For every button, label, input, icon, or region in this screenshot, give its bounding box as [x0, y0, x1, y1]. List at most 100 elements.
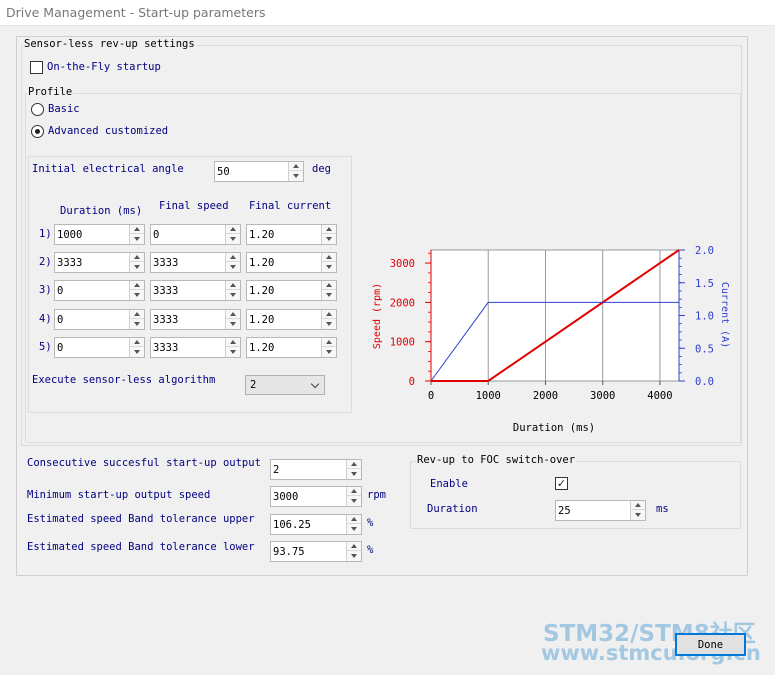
title-bar: Drive Management - Start-up parameters — [0, 0, 775, 26]
spin-up-icon[interactable] — [347, 487, 361, 496]
consecutive-spinner[interactable] — [270, 459, 362, 480]
final-speed-input[interactable] — [151, 281, 223, 300]
duration-input[interactable] — [55, 310, 127, 329]
tol-lower-spinner[interactable] — [270, 541, 362, 562]
spin-down-icon[interactable] — [226, 263, 240, 272]
spin-up-icon[interactable] — [347, 515, 361, 524]
y-tick-label: 1000 — [390, 337, 415, 349]
spin-up-icon[interactable] — [130, 310, 144, 319]
final-speed-input[interactable] — [151, 338, 223, 357]
spin-up-icon[interactable] — [226, 253, 240, 262]
spin-up-icon[interactable] — [226, 338, 240, 347]
duration-spinner[interactable] — [54, 224, 145, 245]
spin-down-icon[interactable] — [322, 263, 336, 272]
spin-up-icon[interactable] — [322, 253, 336, 262]
duration-unit: ms — [656, 503, 669, 515]
spin-down-icon[interactable] — [631, 511, 645, 520]
spin-down-icon[interactable] — [226, 235, 240, 244]
spin-down-icon[interactable] — [130, 291, 144, 300]
spin-up-icon[interactable] — [226, 225, 240, 234]
duration-input[interactable] — [55, 225, 127, 244]
final-speed-spinner[interactable] — [150, 337, 241, 358]
spin-down-icon[interactable] — [322, 235, 336, 244]
spin-down-icon[interactable] — [322, 348, 336, 357]
duration-input[interactable] — [55, 338, 127, 357]
final-speed-spinner[interactable] — [150, 280, 241, 301]
spin-up-icon[interactable] — [322, 281, 336, 290]
spin-down-icon[interactable] — [130, 348, 144, 357]
execute-select[interactable]: 2 — [245, 375, 325, 395]
spin-up-icon[interactable] — [130, 253, 144, 262]
final-speed-spinner[interactable] — [150, 224, 241, 245]
initial-angle-input[interactable] — [215, 162, 287, 181]
spin-up-icon[interactable] — [130, 338, 144, 347]
tol-upper-spinner[interactable] — [270, 514, 362, 535]
spin-up-icon[interactable] — [322, 338, 336, 347]
final-current-spinner[interactable] — [246, 309, 337, 330]
spin-down-icon[interactable] — [226, 291, 240, 300]
tol-lower-input[interactable] — [271, 542, 345, 561]
spin-up-icon[interactable] — [322, 225, 336, 234]
duration-spinner[interactable] — [54, 309, 145, 330]
initial-angle-spinner[interactable] — [214, 161, 304, 182]
final-speed-input[interactable] — [151, 253, 223, 272]
x-axis-label: Duration (ms) — [513, 422, 595, 434]
final-current-spinner[interactable] — [246, 337, 337, 358]
spin-down-icon[interactable] — [347, 525, 361, 534]
done-button[interactable]: Done — [675, 633, 746, 656]
spin-down-icon[interactable] — [347, 497, 361, 506]
revup-duration-spinner[interactable] — [555, 500, 646, 521]
advanced-radio[interactable] — [31, 125, 44, 138]
spin-down-icon[interactable] — [226, 320, 240, 329]
spin-down-icon[interactable] — [289, 172, 303, 181]
spin-up-icon[interactable] — [347, 460, 361, 469]
min-speed-spinner[interactable] — [270, 486, 362, 507]
x-tick-label: 4000 — [647, 390, 672, 402]
enable-checkbox[interactable]: ✓ — [555, 477, 568, 490]
spin-down-icon[interactable] — [130, 235, 144, 244]
spin-up-icon[interactable] — [226, 281, 240, 290]
final-current-spinner[interactable] — [246, 252, 337, 273]
spin-up-icon[interactable] — [631, 501, 645, 510]
final-speed-spinner[interactable] — [150, 252, 241, 273]
spin-down-icon[interactable] — [226, 348, 240, 357]
final-speed-input[interactable] — [151, 225, 223, 244]
chevron-down-icon — [310, 379, 320, 389]
duration-spinner[interactable] — [54, 280, 145, 301]
tol-upper-input[interactable] — [271, 515, 345, 534]
spin-up-icon[interactable] — [226, 310, 240, 319]
spin-down-icon[interactable] — [322, 291, 336, 300]
spin-down-icon[interactable] — [322, 320, 336, 329]
on-the-fly-checkbox[interactable] — [30, 61, 43, 74]
revup-group-title: Rev-up to FOC switch-over — [416, 454, 577, 466]
spin-down-icon[interactable] — [347, 470, 361, 479]
duration-input[interactable] — [55, 253, 127, 272]
duration-spinner[interactable] — [54, 337, 145, 358]
on-the-fly-label: On-the-Fly startup — [47, 61, 161, 73]
spin-up-icon[interactable] — [289, 162, 303, 171]
spin-up-icon[interactable] — [130, 281, 144, 290]
min-speed-input[interactable] — [271, 487, 345, 506]
final-speed-input[interactable] — [151, 310, 223, 329]
row-index: 3) — [39, 284, 52, 296]
duration-spinner[interactable] — [54, 252, 145, 273]
spin-up-icon[interactable] — [130, 225, 144, 234]
final-current-input[interactable] — [247, 281, 319, 300]
spin-down-icon[interactable] — [347, 552, 361, 561]
spin-up-icon[interactable] — [347, 542, 361, 551]
revup-duration-input[interactable] — [556, 501, 628, 520]
duration-input[interactable] — [55, 281, 127, 300]
spin-up-icon[interactable] — [322, 310, 336, 319]
final-current-spinner[interactable] — [246, 224, 337, 245]
final-current-input[interactable] — [247, 310, 319, 329]
final-speed-spinner[interactable] — [150, 309, 241, 330]
spin-down-icon[interactable] — [130, 320, 144, 329]
enable-label: Enable — [430, 478, 468, 490]
basic-radio[interactable] — [31, 103, 44, 116]
final-current-input[interactable] — [247, 253, 319, 272]
final-current-spinner[interactable] — [246, 280, 337, 301]
consecutive-input[interactable] — [271, 460, 345, 479]
spin-down-icon[interactable] — [130, 263, 144, 272]
final-current-input[interactable] — [247, 338, 319, 357]
final-current-input[interactable] — [247, 225, 319, 244]
